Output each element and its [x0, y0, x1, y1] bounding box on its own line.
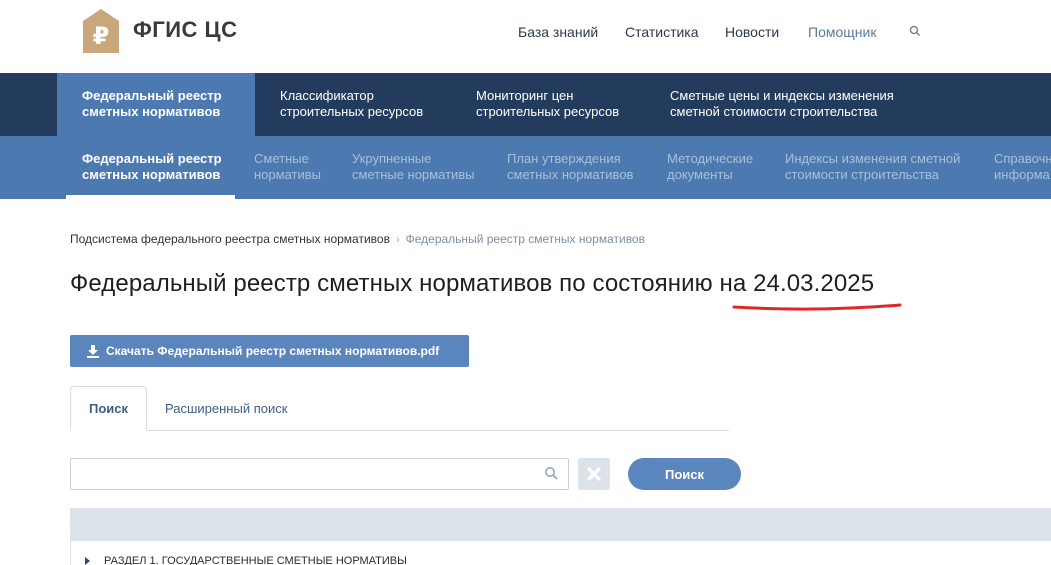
download-pdf-button[interactable]: Скачать Федеральный реестр сметных норма…	[70, 335, 469, 367]
subnav-federal-registry[interactable]: Федеральный реестр сметных нормативов	[82, 151, 222, 183]
active-subnav-indicator	[66, 195, 235, 199]
primary-nav-label: сметных нормативов	[82, 104, 221, 119]
ruble-house-logo[interactable]: ₽	[82, 8, 120, 54]
subnav-method-docs[interactable]: Методические документы	[667, 151, 753, 183]
primary-nav-label: сметной стоимости строительства	[670, 104, 878, 119]
subnav-estimate-norms[interactable]: Сметные нормативы	[254, 151, 321, 183]
search-submit-button[interactable]: Поиск	[628, 458, 741, 490]
primary-nav-classifier[interactable]: Классификатор строительных ресурсов	[280, 73, 423, 136]
subnav-label: Справочн	[994, 151, 1051, 166]
svg-text:₽: ₽	[93, 22, 110, 50]
subnav-label: информа	[994, 167, 1050, 182]
primary-nav: Федеральный реестр сметных нормативов Кл…	[0, 73, 1051, 136]
close-icon	[587, 467, 601, 481]
secondary-nav: Федеральный реестр сметных нормативов См…	[0, 136, 1051, 199]
subnav-aggregated-norms[interactable]: Укрупненные сметные нормативы	[352, 151, 475, 183]
subnav-reference-info[interactable]: Справочн информа	[994, 151, 1051, 183]
nav-assistant[interactable]: Помощник	[808, 24, 876, 40]
subnav-approval-plan[interactable]: План утверждения сметных нормативов	[507, 151, 633, 183]
subnav-cost-indices[interactable]: Индексы изменения сметной стоимости стро…	[785, 151, 960, 183]
primary-nav-label: строительных ресурсов	[280, 104, 424, 119]
subnav-label: документы	[667, 167, 733, 182]
search-icon[interactable]	[544, 466, 558, 480]
download-icon	[87, 345, 99, 358]
tree-row-label: РАЗДЕЛ 1. ГОСУДАРСТВЕННЫЕ СМЕТНЫЕ НОРМАТ…	[104, 555, 407, 565]
tab-search[interactable]: Поиск	[70, 386, 147, 431]
subnav-label: Сметные	[254, 151, 309, 166]
primary-nav-label: Классификатор	[280, 88, 374, 103]
primary-nav-label: строительных ресурсов	[476, 104, 620, 119]
tabs-divider	[70, 430, 729, 431]
primary-nav-prices-indices[interactable]: Сметные цены и индексы изменения сметной…	[670, 73, 894, 136]
primary-nav-federal-registry[interactable]: Федеральный реестр сметных нормативов	[57, 73, 255, 136]
breadcrumb-separator: ›	[395, 234, 400, 246]
clear-search-button[interactable]	[578, 458, 610, 490]
subnav-label: План утверждения	[507, 151, 621, 166]
expand-caret-icon[interactable]	[85, 557, 90, 565]
subnav-label: сметных нормативов	[507, 167, 634, 182]
primary-nav-label: Сметные цены и индексы изменения	[670, 88, 894, 103]
subnav-label: Укрупненные	[352, 151, 432, 166]
breadcrumb-item[interactable]: Подсистема федерального реестра сметных …	[70, 232, 390, 246]
primary-nav-label: Мониторинг цен	[476, 88, 574, 103]
breadcrumb-current: Федеральный реестр сметных нормативов	[405, 232, 645, 246]
subnav-label: сметных нормативов	[82, 167, 221, 182]
primary-nav-price-monitoring[interactable]: Мониторинг цен строительных ресурсов	[476, 73, 619, 136]
nav-news[interactable]: Новости	[725, 24, 779, 40]
page-title: Федеральный реестр сметных нормативов по…	[70, 270, 875, 297]
date-highlight-underline	[732, 303, 902, 311]
tab-advanced-search[interactable]: Расширенный поиск	[165, 401, 287, 416]
subnav-label: нормативы	[254, 167, 321, 182]
top-header: ₽ ФГИС ЦС База знаний Статистика Новости…	[0, 0, 1051, 73]
subnav-label: стоимости строительства	[785, 167, 939, 182]
search-icon[interactable]	[909, 25, 921, 37]
results-table-body: РАЗДЕЛ 1. ГОСУДАРСТВЕННЫЕ СМЕТНЫЕ НОРМАТ…	[70, 541, 1051, 565]
breadcrumb: Подсистема федерального реестра сметных …	[70, 232, 645, 246]
search-input[interactable]	[70, 458, 569, 490]
subnav-label: Индексы изменения сметной	[785, 151, 961, 166]
tree-row[interactable]: РАЗДЕЛ 1. ГОСУДАРСТВЕННЫЕ СМЕТНЫЕ НОРМАТ…	[85, 555, 407, 565]
results-table-header	[70, 508, 1051, 541]
subnav-label: сметные нормативы	[352, 167, 475, 182]
subnav-label: Федеральный реестр	[82, 151, 222, 166]
primary-nav-label: Федеральный реестр	[82, 88, 222, 103]
brand-name[interactable]: ФГИС ЦС	[133, 17, 238, 43]
subnav-label: Методические	[667, 151, 754, 166]
nav-statistics[interactable]: Статистика	[625, 24, 699, 40]
download-label: Скачать Федеральный реестр сметных норма…	[106, 344, 440, 358]
nav-knowledge-base[interactable]: База знаний	[518, 24, 598, 40]
